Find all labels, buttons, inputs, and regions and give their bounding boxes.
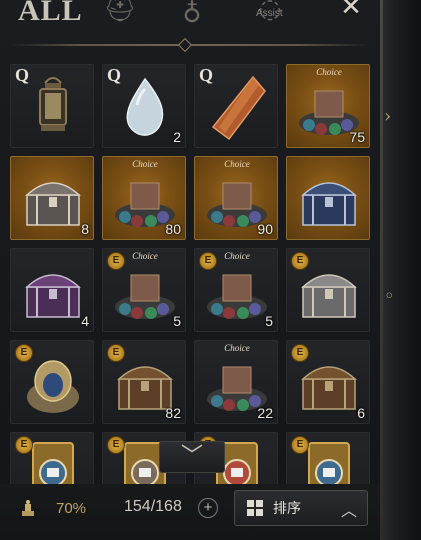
edge-line <box>380 0 383 540</box>
grid-icon <box>247 500 263 516</box>
quality-badge: Q <box>107 65 122 85</box>
item-slot-choice-gem-chest[interactable]: Choice 22 <box>194 340 278 424</box>
category-tabs: ALL ⛑ ♁ ◌ Assist <box>0 0 380 40</box>
item-count: 5 <box>173 313 181 329</box>
tab-assist-label[interactable]: Assist <box>256 8 283 19</box>
chevron-down-icon: ﹀ <box>180 444 203 469</box>
item-slot-wooden-chest-2[interactable]: E6 <box>286 340 370 424</box>
item-count: 90 <box>257 221 273 237</box>
choice-label: Choice <box>132 159 158 169</box>
quality-badge: Q <box>15 65 30 85</box>
item-count: 5 <box>265 313 273 329</box>
weight-icon <box>22 500 34 516</box>
item-slot-choice-armor-set-2[interactable]: Choice E 5 <box>102 248 186 332</box>
inventory-panel: ALL ⛑ ♁ ◌ Assist ✕ Q Q 2 Q Choice 75 8 Choice 80… <box>0 0 380 540</box>
item-count: 2 <box>173 129 181 145</box>
expand-slots-button[interactable]: + <box>198 498 218 518</box>
divider-ornament <box>177 37 193 53</box>
choice-label: Choice <box>316 67 342 77</box>
item-slot-ornate-chest[interactable]: 8 <box>10 156 94 240</box>
pouch-icon[interactable]: ♁ <box>172 0 212 32</box>
item-slot-choice-gear-pile[interactable]: Choice 75 <box>286 64 370 148</box>
coin-badge: E <box>15 436 33 454</box>
bottom-bar: 70% 154/168 + 排序 ︿ <box>0 484 380 540</box>
ornament-icon: ◦ <box>384 286 395 307</box>
tab-all[interactable]: ALL <box>18 0 83 30</box>
item-slot-armor-bust[interactable]: E <box>10 340 94 424</box>
item-slot-purple-chest[interactable]: 4 <box>10 248 94 332</box>
item-slot-lantern[interactable]: Q <box>10 64 94 148</box>
coin-badge: E <box>107 252 125 270</box>
quality-badge: Q <box>199 65 214 85</box>
item-slot-blue-chest[interactable] <box>286 156 370 240</box>
coin-badge: E <box>107 344 125 362</box>
coin-badge: E <box>291 252 309 270</box>
item-count: 82 <box>165 405 181 421</box>
sort-button[interactable]: 排序 ︿ <box>234 490 368 526</box>
item-slot-choice-gem-pile[interactable]: Choice 80 <box>102 156 186 240</box>
item-slot-wooden-chest[interactable]: E 82 <box>102 340 186 424</box>
item-count: 22 <box>257 405 273 421</box>
chevron-up-icon: ︿ <box>341 501 358 520</box>
blue-chest-icon <box>301 182 357 226</box>
item-slot-water-drop[interactable]: Q2 <box>102 64 186 148</box>
choice-label: Choice <box>224 343 250 353</box>
coin-badge: E <box>291 344 309 362</box>
slot-capacity: 154/168 <box>124 498 182 515</box>
item-count: 6 <box>357 405 365 421</box>
sort-label: 排序 <box>273 501 301 517</box>
item-slot-choice-armor-set[interactable]: Choice 90 <box>194 156 278 240</box>
close-icon[interactable]: ✕ <box>338 0 364 20</box>
item-slot-amber-crystal[interactable]: Q <box>194 64 278 148</box>
right-edge-strip: › ◦ <box>380 0 421 540</box>
coin-badge: E <box>199 252 217 270</box>
item-slot-choice-gear-pile-2[interactable]: Choice E 5 <box>194 248 278 332</box>
helmet-icon[interactable]: ⛑ <box>100 0 140 30</box>
chevron-right-icon[interactable]: › <box>384 106 394 128</box>
coin-badge: E <box>291 436 309 454</box>
coin-badge: E <box>107 436 125 454</box>
item-slot-silver-chest[interactable]: E <box>286 248 370 332</box>
coin-badge: E <box>15 344 33 362</box>
item-count: 8 <box>81 221 89 237</box>
item-count: 4 <box>81 313 89 329</box>
item-count: 80 <box>165 221 181 237</box>
weight-percent: 70% <box>56 500 87 517</box>
item-count: 75 <box>349 129 365 145</box>
scroll-down-button[interactable]: ﹀ <box>159 441 225 473</box>
choice-label: Choice <box>224 159 250 169</box>
